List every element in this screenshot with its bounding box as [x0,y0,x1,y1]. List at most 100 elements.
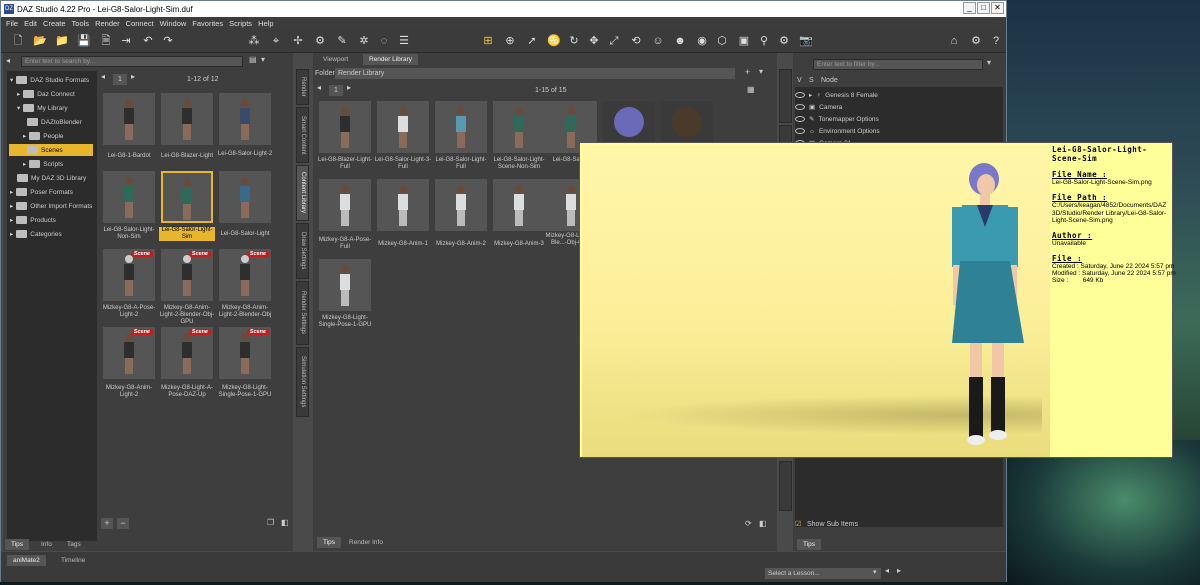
menu-render[interactable]: Render [95,19,120,28]
visibility-eye-icon[interactable] [795,104,805,110]
content-thumbnail[interactable]: Scene [103,327,155,379]
spot-render-icon[interactable]: ▣ [737,34,751,48]
tab-viewport[interactable]: Viewport [317,54,354,65]
render-thumbnail[interactable] [493,179,545,231]
refresh-icon[interactable]: ⟳ [745,519,752,528]
face-tool-icon[interactable]: ☻ [673,34,687,48]
menu-scripts[interactable]: Scripts [229,19,252,28]
tree-item[interactable]: ▾ My Library [17,102,68,114]
visibility-eye-icon[interactable] [795,128,805,134]
add-folder-icon[interactable]: + [745,67,750,77]
undo-icon[interactable]: ↶ [141,34,155,48]
show-sub-items-checkbox[interactable]: ☑ [795,520,801,528]
next-page-icon[interactable]: ▸ [347,83,351,92]
content-thumbnail[interactable] [161,93,213,145]
pointer-tool-icon[interactable]: ➚ [525,34,539,48]
menu-file[interactable]: File [6,19,18,28]
page-number[interactable]: 1 [329,85,343,96]
menu-connect[interactable]: Connect [126,19,154,28]
render-thumbnail[interactable] [377,101,429,153]
filter-icon[interactable]: ◧ [759,519,767,528]
prev-page-icon[interactable]: ◂ [101,72,105,81]
home-icon[interactable]: ⌂ [947,34,961,48]
surface-select-icon[interactable]: ◉ [695,34,709,48]
settings-gear-icon[interactable]: ⚙ [969,34,983,48]
side-tab-draw-settings[interactable]: Draw Settings [296,223,309,279]
options-icon[interactable]: ▾ [987,58,991,67]
tab-render-library[interactable]: Render Library [363,54,418,65]
save-as-icon[interactable]: 🗎 [99,34,113,48]
translate-tool-icon[interactable]: ✥ [587,34,601,48]
visibility-eye-icon[interactable] [795,116,805,122]
side-tab[interactable] [779,461,792,511]
rigging-tool-icon[interactable]: ⚲ [757,34,771,48]
content-thumbnail[interactable] [103,93,155,145]
new-file-icon[interactable]: 🗋 [11,34,25,48]
next-page-icon[interactable]: ▸ [131,72,135,81]
library-search-input[interactable]: Enter text to search by... [21,56,243,67]
menu-window[interactable]: Window [160,19,187,28]
joint-tool-icon[interactable]: ✢ [291,34,305,48]
tree-item[interactable]: ▸ Scripts [23,158,63,170]
view-list-icon[interactable]: ▤ [249,55,257,64]
back-arrow-icon[interactable]: ◂ [6,56,10,65]
tree-item[interactable]: ▸ Poser Formats [10,186,73,198]
scene-filter-input[interactable]: Enter text to filter by... [813,59,983,70]
tab-tags[interactable]: Tags [61,539,87,550]
side-tab-render[interactable]: Render [296,69,309,105]
view-grid-icon[interactable]: ▦ [747,85,755,94]
minimize-button[interactable]: _ [963,2,976,14]
tree-item[interactable]: ▸ Other Import Formats [10,200,92,212]
remove-button[interactable]: − [117,518,129,529]
copy-icon[interactable]: ❐ [267,518,274,527]
content-thumbnail[interactable] [103,171,155,223]
tab-timeline[interactable]: Timeline [55,555,91,566]
chevron-down-icon[interactable]: ▾ [873,568,877,576]
export-icon[interactable]: ⇥ [119,34,133,48]
side-tab-render-settings[interactable]: Render Settings [296,281,309,345]
render-thumbnail[interactable] [493,101,545,153]
transform-tool-icon[interactable]: ⟲ [629,34,643,48]
figure-tool-icon[interactable]: ☺ [651,34,665,48]
content-thumbnail[interactable]: Scene [161,249,213,301]
redo-icon[interactable]: ↷ [161,34,175,48]
add-button[interactable]: + [101,518,113,529]
render-thumbnail[interactable] [377,179,429,231]
scene-node-row[interactable]: ✎ Tonemapper Options [795,113,879,125]
tab-tips[interactable]: Tips [797,539,822,550]
page-number[interactable]: 1 [113,74,127,85]
tab-animate2[interactable]: aniMate2 [7,555,46,566]
universal-tool-icon[interactable]: ⊞ [481,34,495,48]
content-thumbnail[interactable]: Scene [161,327,213,379]
content-thumbnail[interactable]: Scene [103,249,155,301]
content-thumbnail[interactable] [219,93,271,145]
menu-edit[interactable]: Edit [24,19,37,28]
move-tool-icon[interactable]: ⊕ [503,34,517,48]
menu-help[interactable]: Help [258,19,273,28]
render-thumbnail[interactable] [435,179,487,231]
content-thumbnail[interactable]: Scene [219,327,271,379]
tree-item-scenes[interactable]: Scenes [9,144,93,156]
side-tab[interactable] [779,125,792,143]
tree-item[interactable]: ▾ DAZ Studio Formats [10,74,89,86]
merge-file-icon[interactable]: 📁 [55,34,69,48]
tree-item[interactable]: My DAZ 3D Library [17,172,86,184]
render-settings-icon[interactable]: ⚙ [777,34,791,48]
tree-item[interactable]: ▸ Categories [10,228,62,240]
scene-tool-icon[interactable]: ⁂ [247,34,261,48]
region-tool-icon[interactable]: ◌ [377,34,391,48]
surface-tool-icon[interactable]: ⚙ [313,34,327,48]
geometry-tool-icon[interactable]: ✲ [357,34,371,48]
lesson-select[interactable]: Select a Lesson... [765,568,881,579]
scene-node-row[interactable]: ▸ ♀ Genesis 8 Female [795,89,878,101]
render-thumbnail[interactable] [319,101,371,153]
options-icon[interactable]: ▾ [261,55,265,64]
lesson-next-icon[interactable]: ▸ [897,566,901,575]
scene-node-row[interactable]: ☼ Environment Options [795,125,880,137]
content-thumbnail-selected[interactable] [161,171,213,223]
menu-create[interactable]: Create [43,19,66,28]
maximize-button[interactable]: □ [977,2,990,14]
tab-render-info[interactable]: Render Info [343,537,389,548]
menu-favorites[interactable]: Favorites [192,19,223,28]
rotate-tool-icon[interactable]: ↻ [567,34,581,48]
